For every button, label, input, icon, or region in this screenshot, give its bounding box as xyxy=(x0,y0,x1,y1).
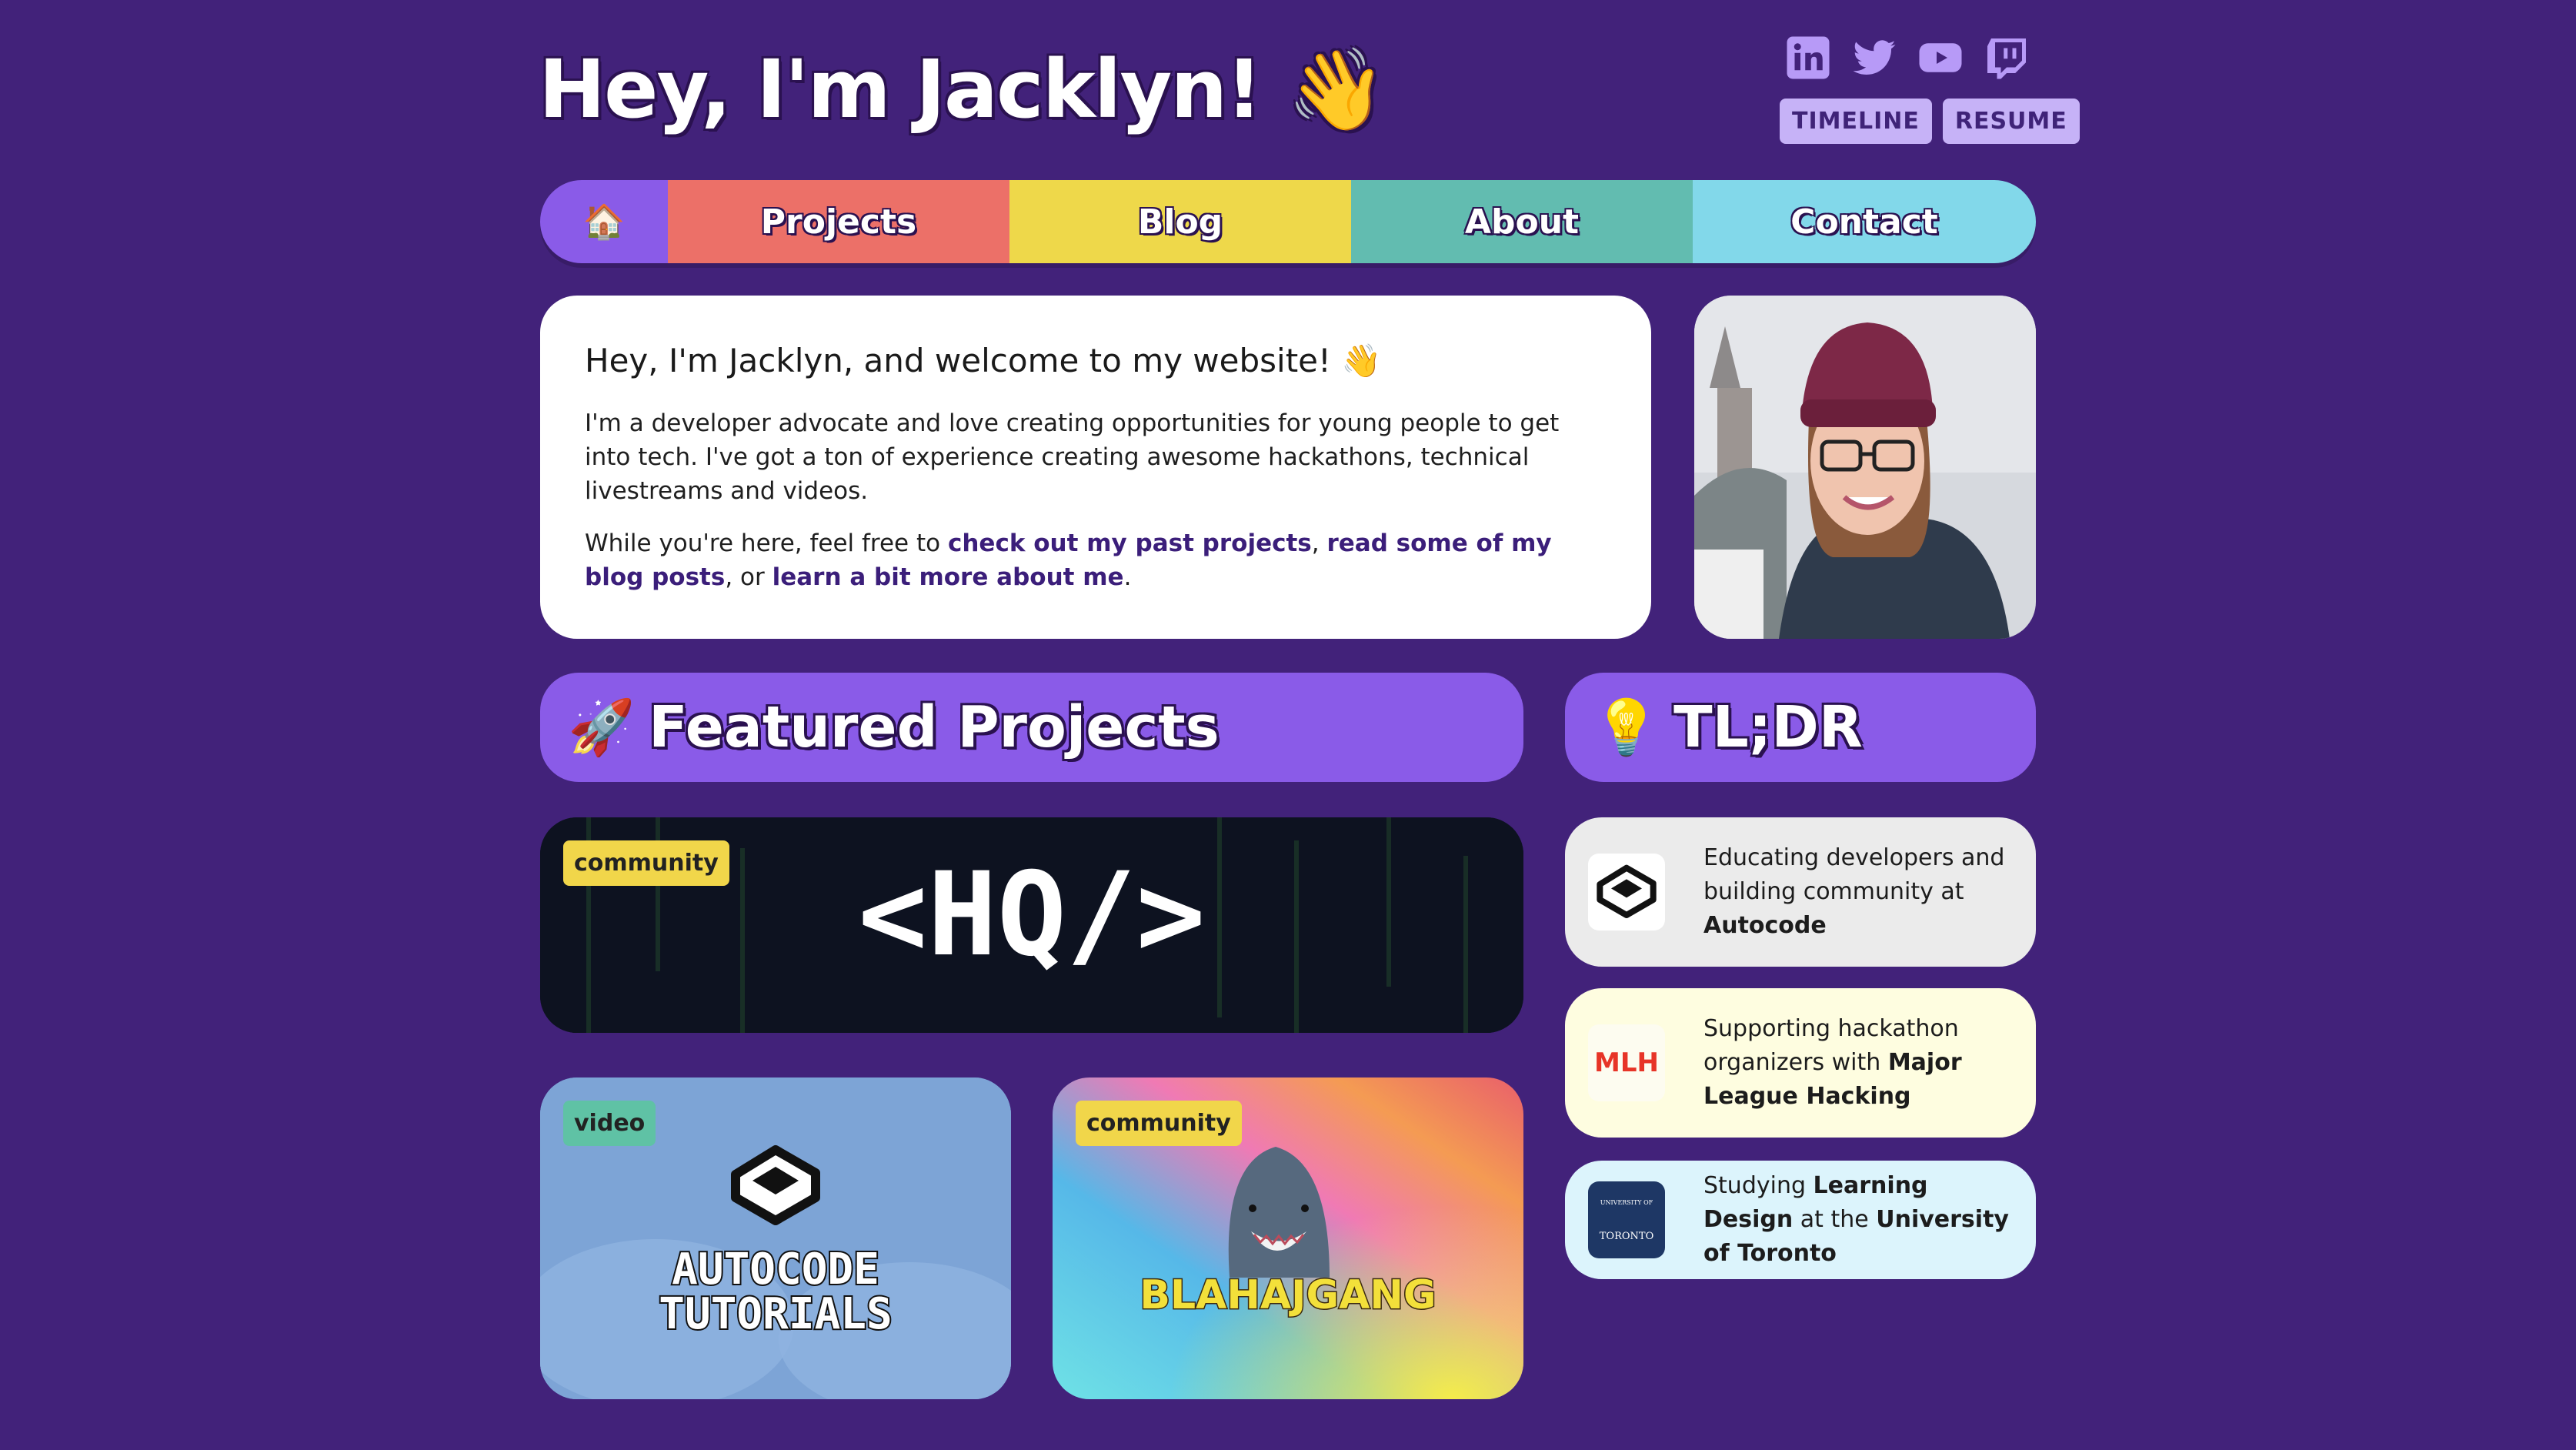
autocode-title-line1: AUTOCODE xyxy=(672,1245,879,1295)
nav-blog[interactable]: Blog xyxy=(1009,180,1351,263)
resume-button[interactable]: RESUME xyxy=(1942,99,2080,144)
rocket-icon: 🚀 xyxy=(568,695,636,759)
page-title: Hey, I'm Jacklyn! 👋 xyxy=(539,42,1386,136)
mlh-logo-text: MLH xyxy=(1594,1047,1659,1078)
tldr-item-uoft[interactable]: UNIVERSITY OF TORONTO Studying Learning … xyxy=(1565,1161,2036,1279)
welcome-text: , xyxy=(1311,530,1327,557)
home-icon: 🏠 xyxy=(582,202,626,242)
nav-home[interactable]: 🏠 xyxy=(540,180,668,263)
project-tag: community xyxy=(1076,1101,1242,1146)
lightbulb-icon: 💡 xyxy=(1593,695,1660,759)
tldr-item-mlh[interactable]: MLH Supporting hackathon organizers with… xyxy=(1565,988,2036,1138)
tldr-text-part: Studying xyxy=(1703,1172,1814,1199)
welcome-heading: Hey, I'm Jacklyn, and welcome to my webs… xyxy=(585,342,1382,379)
twitter-icon[interactable] xyxy=(1851,35,1897,81)
tldr-text-part: at the xyxy=(1793,1206,1877,1233)
hq-logo-text: <HQ/> xyxy=(858,848,1206,982)
project-card-blahajgang[interactable]: BLAHAJGANG community xyxy=(1053,1077,1523,1399)
projects-link[interactable]: check out my past projects xyxy=(948,530,1312,557)
uoft-logo-icon: UNIVERSITY OF TORONTO xyxy=(1588,1181,1665,1258)
tldr-header: 💡 TL;DR xyxy=(1565,673,2036,782)
tldr-text-part: Educating developers and building commun… xyxy=(1703,844,2005,905)
tldr-text: Studying Learning Design at the Universi… xyxy=(1703,1169,2013,1271)
nav-contact[interactable]: Contact xyxy=(1693,180,2036,263)
top-links: TIMELINE RESUME xyxy=(1780,99,2080,144)
about-link[interactable]: learn a bit more about me xyxy=(772,563,1124,591)
profile-photo-image xyxy=(1694,296,2036,639)
project-tag: community xyxy=(563,840,729,886)
featured-projects-title: Featured Projects xyxy=(649,694,1220,760)
mlh-logo-icon: MLH xyxy=(1588,1024,1665,1101)
timeline-button[interactable]: TIMELINE xyxy=(1780,99,1932,144)
tldr-item-autocode[interactable]: Educating developers and building commun… xyxy=(1565,817,2036,967)
tldr-title: TL;DR xyxy=(1673,694,1863,760)
welcome-intro: I'm a developer advocate and love creati… xyxy=(585,409,1560,505)
social-links xyxy=(1785,35,2030,81)
project-card-hq[interactable]: <HQ/> community xyxy=(540,817,1523,1033)
nav-projects[interactable]: Projects xyxy=(668,180,1009,263)
project-tag: video xyxy=(563,1101,656,1146)
welcome-links-paragraph: While you're here, feel free to check ou… xyxy=(585,526,1607,594)
youtube-icon[interactable] xyxy=(1917,35,1964,81)
welcome-text: , or xyxy=(725,563,772,591)
tldr-text: Educating developers and building commun… xyxy=(1703,841,2013,943)
project-card-autocode-tutorials[interactable]: AUTOCODE TUTORIALS video xyxy=(540,1077,1011,1399)
autocode-title-line2: TUTORIALS xyxy=(659,1289,892,1339)
nav-about[interactable]: About xyxy=(1351,180,1693,263)
profile-photo xyxy=(1694,296,2036,639)
linkedin-icon[interactable] xyxy=(1785,35,1831,81)
autocode-logo-icon xyxy=(1588,854,1665,930)
uoft-logo-text-line2: TORONTO xyxy=(1599,1231,1654,1242)
twitch-icon[interactable] xyxy=(1984,35,2030,81)
welcome-card: Hey, I'm Jacklyn, and welcome to my webs… xyxy=(540,296,1651,639)
featured-projects-header: 🚀 Featured Projects xyxy=(540,673,1523,782)
uoft-logo-text-line1: UNIVERSITY OF xyxy=(1600,1199,1653,1206)
main-nav: 🏠 Projects Blog About Contact xyxy=(540,180,2036,263)
tldr-text: Supporting hackathon organizers with Maj… xyxy=(1703,1012,2013,1114)
welcome-text: . xyxy=(1123,563,1132,591)
blahajgang-title: BLAHAJGANG xyxy=(1140,1272,1436,1318)
welcome-text: While you're here, feel free to xyxy=(585,530,948,557)
tldr-org: Autocode xyxy=(1703,912,1827,939)
